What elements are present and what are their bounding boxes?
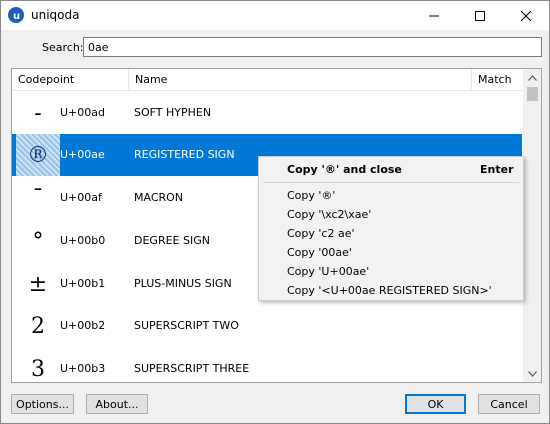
vertical-scrollbar[interactable] xyxy=(523,69,541,382)
search-input[interactable] xyxy=(83,37,542,57)
menu-item-copy-utf8-escaped[interactable]: Copy '\xc2\xae' xyxy=(259,205,523,224)
scroll-down-button[interactable] xyxy=(523,365,541,382)
name-cell: REGISTERED SIGN xyxy=(134,148,235,161)
name-cell: PLUS-MINUS SIGN xyxy=(134,277,232,290)
menu-item-copy-hex[interactable]: Copy '00ae' xyxy=(259,243,523,262)
minimize-button[interactable] xyxy=(411,1,457,30)
glyph-cell: ± xyxy=(28,271,48,297)
about-button[interactable]: About... xyxy=(86,394,148,414)
codepoint-cell: U+00b1 xyxy=(60,277,106,290)
glyph-cell: ® xyxy=(16,134,60,176)
maximize-button[interactable] xyxy=(457,1,503,30)
table-row[interactable]: ‐ U+00ad SOFT HYPHEN xyxy=(12,92,522,134)
codepoint-cell: U+00af xyxy=(60,191,102,204)
codepoint-cell: U+00ad xyxy=(60,106,105,119)
codepoint-cell: U+00ae xyxy=(60,148,105,161)
chevron-down-icon xyxy=(528,370,537,377)
glyph-cell: 2 xyxy=(31,313,45,339)
name-cell: MACRON xyxy=(134,191,184,204)
column-header-name[interactable]: Name xyxy=(128,69,471,91)
app-logo-icon: u xyxy=(8,7,24,23)
close-icon xyxy=(521,10,531,21)
menu-separator xyxy=(263,182,519,183)
table-row[interactable]: 2 U+00b2 SUPERSCRIPT TWO xyxy=(12,305,522,347)
menu-item-copy-utf8-hex[interactable]: Copy 'c2 ae' xyxy=(259,224,523,243)
chevron-up-icon xyxy=(528,74,537,81)
menu-item-copy-char[interactable]: Copy '®' xyxy=(259,186,523,205)
glyph-cell: ‐ xyxy=(34,100,42,126)
column-header-codepoint[interactable]: Codepoint xyxy=(12,69,128,91)
glyph-cell: ° xyxy=(32,228,44,254)
table-row[interactable]: 3 U+00b3 SUPERSCRIPT THREE xyxy=(12,348,522,382)
menu-item-copy-codepoint[interactable]: Copy 'U+00ae' xyxy=(259,262,523,281)
scroll-thumb[interactable] xyxy=(527,87,538,101)
glyph-cell: 3 xyxy=(31,356,45,382)
title-bar: u uniqoda xyxy=(1,1,549,30)
options-button[interactable]: Options... xyxy=(11,394,74,414)
close-button[interactable] xyxy=(503,1,549,30)
maximize-icon xyxy=(475,10,485,21)
menu-item-copy-and-close[interactable]: Copy '®' and close Enter xyxy=(259,160,523,179)
codepoint-cell: U+00b3 xyxy=(60,362,106,375)
window-title: uniqoda xyxy=(31,8,80,22)
svg-text:u: u xyxy=(13,11,20,22)
menu-item-shortcut: Enter xyxy=(480,163,514,176)
menu-item-copy-full-description[interactable]: Copy '<U+00ae REGISTERED SIGN>' xyxy=(259,281,523,300)
codepoint-cell: U+00b0 xyxy=(60,234,106,247)
glyph-cell: ¯ xyxy=(32,185,44,211)
search-label: Search: xyxy=(42,41,84,54)
scroll-up-button[interactable] xyxy=(523,69,541,86)
table-header: Codepoint Name Match xyxy=(12,69,522,91)
menu-item-label: Copy '®' and close xyxy=(287,163,402,176)
ok-button[interactable]: OK xyxy=(405,394,466,414)
codepoint-cell: U+00b2 xyxy=(60,319,106,332)
name-cell: SUPERSCRIPT THREE xyxy=(134,362,250,375)
name-cell: DEGREE SIGN xyxy=(134,234,210,247)
app-window: u uniqoda Search: Codepoint Name Match ‐… xyxy=(0,0,550,424)
minimize-icon xyxy=(429,15,439,16)
context-menu: Copy '®' and close Enter Copy '®' Copy '… xyxy=(258,156,524,301)
cancel-button[interactable]: Cancel xyxy=(478,394,540,414)
name-cell: SOFT HYPHEN xyxy=(134,106,212,119)
name-cell: SUPERSCRIPT TWO xyxy=(134,319,239,332)
column-header-match[interactable]: Match xyxy=(471,69,522,91)
